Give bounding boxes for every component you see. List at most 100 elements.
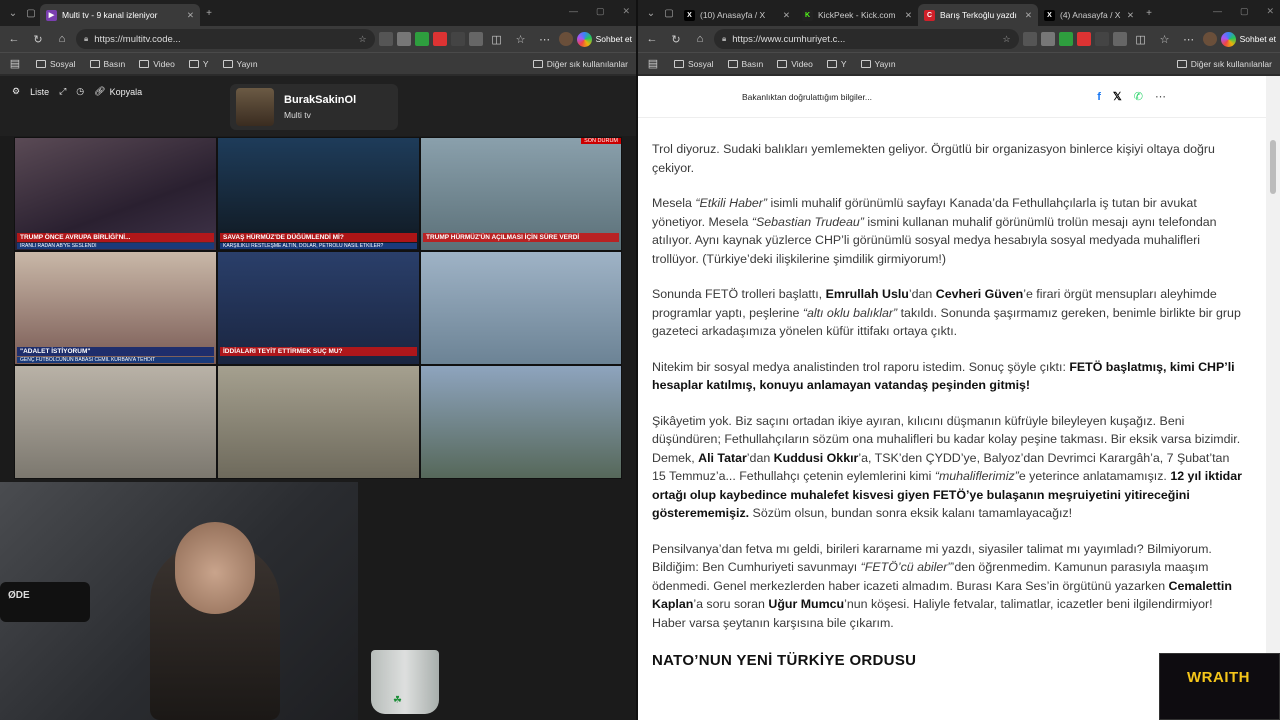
address-bar[interactable]: 🔒︎ https://multitv.code... ☆ [76, 29, 375, 49]
bookmark-folder[interactable]: Y [188, 59, 209, 69]
streamer-head [175, 522, 255, 614]
reload-icon[interactable]: ↻ [28, 29, 48, 49]
close-window-icon[interactable]: ✕ [622, 6, 630, 17]
maximize-icon[interactable]: ▢ [1240, 6, 1249, 17]
bookmark-folder[interactable]: Basın [727, 59, 763, 69]
scrollbar[interactable] [1266, 76, 1280, 720]
bookmark-folder[interactable]: Basın [89, 59, 125, 69]
back-icon[interactable]: ← [4, 29, 24, 49]
channel-tile[interactable] [217, 365, 420, 479]
close-tab-icon[interactable]: ✕ [1019, 10, 1032, 21]
scrollbar-thumb[interactable] [1270, 140, 1276, 194]
favorite-star-icon[interactable]: ☆ [1003, 34, 1011, 45]
copy-button[interactable]: 🔗︎ Kopyala [94, 86, 142, 97]
extension-icon[interactable] [378, 32, 393, 46]
channel-tile[interactable]: SON DURUM TRUMP HÜRMÜZ'ÜN AÇILMASI İÇİN … [420, 137, 622, 251]
close-tab-icon[interactable]: ✕ [899, 10, 912, 21]
extension-icon[interactable] [396, 32, 411, 46]
more-icon[interactable]: ⋯ [535, 29, 555, 49]
favorites-icon[interactable]: ☆ [1155, 29, 1175, 49]
channel-tile[interactable] [14, 365, 217, 479]
channel-tile[interactable]: İDDİALARI TEYİT ETTİRMEK SUÇ MU? [217, 251, 420, 365]
new-tab-icon[interactable]: + [1140, 4, 1158, 22]
bookmarks-menu-icon[interactable]: ▤ [8, 54, 22, 74]
tab-x-home-2[interactable]: X (4) Anasayfa / X ✕ [1038, 4, 1140, 26]
bookmarks-menu-icon[interactable]: ▤ [646, 54, 660, 74]
folder-icon [727, 59, 738, 68]
copilot-chat-button[interactable]: Sohbet et [576, 31, 632, 47]
bookmark-folder[interactable]: Sosyal [674, 59, 714, 69]
bookmark-folder[interactable]: Y [826, 59, 847, 69]
whatsapp-icon[interactable]: ✆ [1134, 90, 1143, 103]
tab-cumhuriyet[interactable]: C Barış Terkoğlu yazdı ✕ [918, 4, 1038, 26]
extension-icon[interactable] [1112, 32, 1127, 46]
minimize-icon[interactable]: — [1213, 6, 1222, 17]
channel-tile[interactable] [420, 365, 622, 479]
extension-icon[interactable] [1076, 32, 1091, 46]
channel-subcaption: İRANLI RADAN AB'YE SESLENDİ [17, 243, 214, 249]
tab-actions-icon[interactable]: ⌄ [642, 4, 660, 22]
split-screen-icon[interactable]: ◫ [487, 29, 507, 49]
channel-tile[interactable] [420, 251, 622, 365]
facebook-icon[interactable]: f [1097, 91, 1101, 103]
bookmark-folder[interactable]: Yayın [222, 59, 258, 69]
maximize-icon[interactable]: ▢ [596, 6, 605, 17]
x-favicon: X [1044, 9, 1055, 21]
favorite-star-icon[interactable]: ☆ [359, 34, 367, 45]
more-icon[interactable]: ⋯ [1179, 29, 1199, 49]
extension-icon[interactable] [432, 32, 447, 46]
timer-icon[interactable]: ◷ [76, 86, 84, 97]
multitv-user-card[interactable]: BurakSakinOl Multi tv [230, 84, 398, 130]
bookmark-folder[interactable]: Sosyal [36, 59, 76, 69]
home-icon[interactable]: ⌂ [52, 29, 72, 49]
list-button[interactable]: Liste [30, 87, 49, 97]
bookmark-folder[interactable]: Yayın [860, 59, 896, 69]
more-share-icon[interactable]: ⋯ [1155, 90, 1166, 103]
extension-icon[interactable] [414, 32, 429, 46]
extension-icon[interactable] [1022, 32, 1037, 46]
tab-actions-icon[interactable]: ⌄ [4, 4, 22, 22]
left-bookmarks-bar: ▤ Sosyal Basın Video Y Yayın Diğer sık k… [0, 52, 636, 74]
tab-label: (4) Anasayfa / X [1060, 10, 1121, 20]
extension-icon[interactable] [1058, 32, 1073, 46]
extension-icon[interactable] [1094, 32, 1109, 46]
tab-label: Multi tv - 9 kanal izleniyor [62, 10, 158, 20]
extension-icon[interactable] [450, 32, 465, 46]
profile-avatar[interactable] [1202, 32, 1217, 46]
split-screen-icon[interactable]: ◫ [1131, 29, 1151, 49]
favorites-icon[interactable]: ☆ [511, 29, 531, 49]
address-bar[interactable]: 🔒︎ https://www.cumhuriyet.c... ☆ [714, 29, 1019, 49]
copilot-label: Sohbet et [1239, 34, 1276, 44]
tab-kickpeek[interactable]: K KickPeek - Kick.com ✕ [796, 4, 918, 26]
workspaces-icon[interactable]: ▢ [660, 4, 678, 22]
multitv-favicon: ▶ [46, 9, 57, 21]
tab-multitv[interactable]: ▶ Multi tv - 9 kanal izleniyor ✕ [40, 4, 200, 26]
minimize-icon[interactable]: — [569, 6, 578, 17]
url-text: https://multitv.code... [94, 33, 181, 45]
bookmark-folder[interactable]: Video [777, 59, 813, 69]
tab-x-home[interactable]: X (10) Anasayfa / X ✕ [678, 4, 796, 26]
channel-tile[interactable]: TRUMP ÖNCE AVRUPA BİRLİĞİ'Nİ... İRANLI R… [14, 137, 217, 251]
close-tab-icon[interactable]: ✕ [181, 10, 194, 21]
channel-tile[interactable]: "ADALET İSTİYORUM" GENÇ FUTBOLCUNUN BABA… [14, 251, 217, 365]
other-favorites[interactable]: Diğer sık kullanılanlar [1176, 59, 1272, 69]
other-favorites[interactable]: Diğer sık kullanılanlar [532, 59, 628, 69]
profile-avatar[interactable] [558, 32, 573, 46]
extension-icon[interactable] [1040, 32, 1055, 46]
home-icon[interactable]: ⌂ [690, 29, 710, 49]
channel-tile[interactable]: SAVAŞ HÜRMÜZ'DE DÜĞÜMLENDİ Mİ? KARŞILIKL… [217, 137, 420, 251]
fullscreen-icon[interactable]: ⤢ [59, 86, 66, 97]
reload-icon[interactable]: ↻ [666, 29, 686, 49]
workspaces-icon[interactable]: ▢ [22, 4, 40, 22]
extension-icon[interactable] [468, 32, 483, 46]
close-tab-icon[interactable]: ✕ [777, 10, 790, 21]
new-tab-icon[interactable]: + [200, 4, 218, 22]
bookmark-folder[interactable]: Video [139, 59, 175, 69]
lock-icon: 🔒︎ [84, 34, 89, 43]
close-window-icon[interactable]: ✕ [1266, 6, 1274, 17]
x-icon[interactable]: 𝕏 [1113, 90, 1122, 103]
close-tab-icon[interactable]: ✕ [1121, 10, 1134, 21]
back-icon[interactable]: ← [642, 29, 662, 49]
settings-icon[interactable]: ⚙ [12, 86, 20, 97]
copilot-chat-button[interactable]: Sohbet et [1220, 31, 1276, 47]
